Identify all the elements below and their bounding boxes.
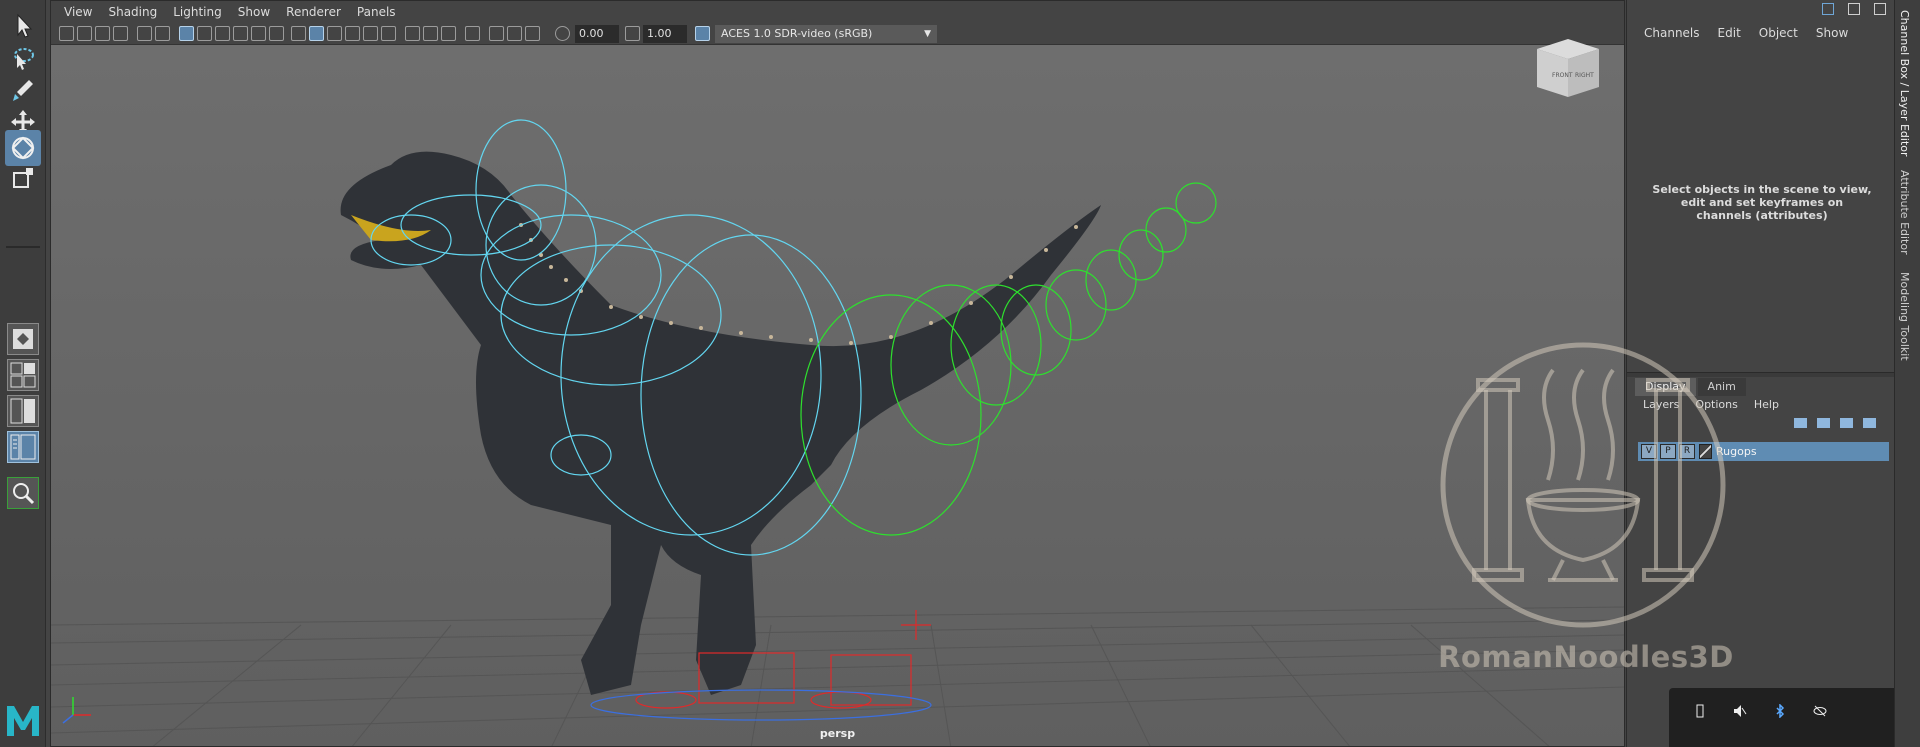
camera-label: persp [819,727,856,740]
rotate-icon [11,136,35,160]
grid-icon[interactable] [137,26,152,41]
toolbox [0,0,46,747]
maya-window: View Shading Lighting Show Renderer Pane… [0,0,1920,747]
color-management-icon[interactable] [695,26,710,41]
safe-title-icon[interactable] [269,26,284,41]
shaded-mode-icon[interactable] [309,26,324,41]
two-view-icon [10,398,35,424]
viewport-toolbar: 0.00 1.00 ACES 1.0 SDR-video (sRGB) ▼ [51,23,1624,45]
isolate-select-icon[interactable] [489,26,504,41]
pin-icon[interactable] [1822,3,1834,15]
new-empty-layer-icon[interactable] [1840,418,1853,428]
image-plane-icon[interactable] [113,26,128,41]
resolution-gate-icon[interactable] [215,26,230,41]
menu-object[interactable]: Object [1750,22,1807,44]
xray-icon[interactable] [465,26,480,41]
usb-icon[interactable] [1693,704,1707,718]
menu-shading[interactable]: Shading [101,1,164,23]
side-dock: Channel Box / Layer Editor Attribute Edi… [1894,0,1920,747]
exposure-field[interactable]: 0.00 [575,25,619,43]
viewport-panel[interactable]: View Shading Lighting Show Renderer Pane… [50,0,1625,747]
four-view-button[interactable] [7,359,39,391]
channel-box-menubar: Channels Edit Object Show [1627,22,1894,44]
system-tray [1669,688,1895,747]
shadows-icon[interactable] [381,26,396,41]
film-gate-icon[interactable] [155,26,170,41]
toolbox-separator [6,246,40,248]
two-view-button[interactable] [7,395,39,427]
new-layer-from-selection-icon[interactable] [1863,418,1876,428]
scale-tool-button[interactable] [5,160,41,196]
restore-icon[interactable] [1848,3,1860,15]
single-view-icon [13,329,33,349]
view-cube-right[interactable]: RIGHT [1575,72,1594,79]
menu-lighting[interactable]: Lighting [166,1,229,23]
view-cube-front[interactable]: FRONT [1552,72,1573,79]
menu-show[interactable]: Show [231,1,277,23]
maya-logo [7,706,39,736]
gamma-icon[interactable] [625,26,640,41]
lights-icon[interactable] [363,26,378,41]
watermark-logo [1440,342,1726,628]
3d-scene[interactable] [51,45,1625,747]
bluetooth-icon[interactable] [1773,704,1787,718]
lasso-tool-button[interactable] [5,40,41,76]
field-chart-icon[interactable] [233,26,248,41]
mute-icon[interactable] [1733,704,1747,718]
move-layer-down-icon[interactable] [1817,418,1830,428]
search-icon [13,483,35,505]
single-view-button[interactable] [7,323,39,355]
viewport-menubar: View Shading Lighting Show Renderer Pane… [51,1,1624,23]
safe-action-icon[interactable] [251,26,266,41]
channel-box-hint: Select objects in the scene to view, edi… [1652,183,1872,222]
outliner-layout-button[interactable] [7,431,39,463]
move-layer-up-icon[interactable] [1794,418,1807,428]
menu-show-channels[interactable]: Show [1807,22,1857,44]
dock-tab-channel-box[interactable]: Channel Box / Layer Editor [1898,10,1911,157]
menu-panels[interactable]: Panels [350,1,403,23]
dock-tab-modeling-toolkit[interactable]: Modeling Toolkit [1898,272,1911,361]
color-space-select[interactable]: ACES 1.0 SDR-video (sRGB) ▼ [715,25,937,43]
motion-blur-icon[interactable] [423,26,438,41]
dock-tab-attribute-editor[interactable]: Attribute Editor [1898,170,1911,255]
panel-top-icons [1822,3,1886,15]
wireframe-mode-icon[interactable] [291,26,306,41]
menu-edit[interactable]: Edit [1709,22,1750,44]
layer-tool-icons [1794,418,1876,428]
search-button[interactable] [7,477,39,509]
outliner-layout-icon [10,434,36,460]
wireframe-icon[interactable] [179,26,194,41]
four-view-icon [10,362,36,388]
select-icon [17,13,33,38]
watermark-text: RomanNoodles3D [1438,640,1734,674]
scale-icon [13,168,33,188]
select-tool-button[interactable] [5,8,41,44]
gamma-field[interactable]: 1.00 [643,25,687,43]
anti-alias-icon[interactable] [441,26,456,41]
chevron-down-icon: ▼ [924,29,931,39]
bookmark-icon[interactable] [95,26,110,41]
paint-select-tool-button[interactable] [5,72,41,108]
xray-joints-icon[interactable] [507,26,522,41]
view-cube[interactable]: FRONT RIGHT [1531,31,1605,101]
menu-help[interactable]: Help [1746,397,1787,413]
paint-select-icon [13,80,33,101]
menu-view[interactable]: View [57,1,99,23]
ambient-occlusion-icon[interactable] [405,26,420,41]
close-icon[interactable] [1874,3,1886,15]
color-space-value: ACES 1.0 SDR-video (sRGB) [721,27,873,40]
smooth-shade-icon[interactable] [197,26,212,41]
hidden-icon[interactable] [1813,704,1827,718]
textured-icon[interactable] [345,26,360,41]
wireframe-on-shaded-icon[interactable] [327,26,342,41]
lasso-icon [14,48,34,70]
camera-icon[interactable] [59,26,74,41]
exposure-icon[interactable] [555,26,570,41]
camera-attributes-icon[interactable] [77,26,92,41]
backface-icon[interactable] [525,26,540,41]
menu-renderer[interactable]: Renderer [279,1,348,23]
menu-channels[interactable]: Channels [1635,22,1709,44]
